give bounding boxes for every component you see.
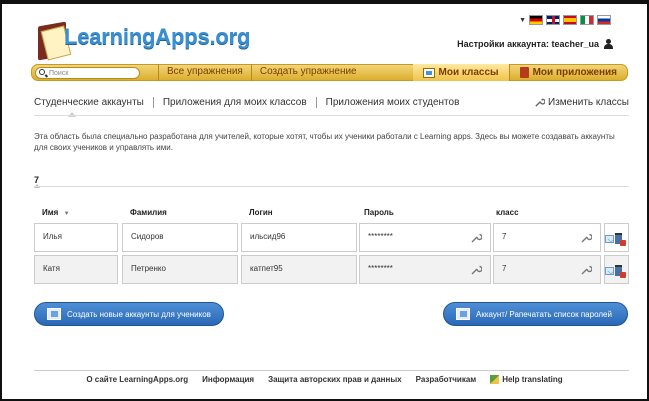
tab-student-accounts-label: Студенческие аккаунты [34, 97, 144, 108]
edit-class-wrench-icon[interactable] [580, 264, 593, 276]
cell-actions [604, 255, 629, 284]
create-accounts-button[interactable]: Создать новые аккаунты для учеников [34, 302, 224, 326]
de-flag-icon[interactable] [529, 15, 543, 25]
edit-class-wrench-icon[interactable] [580, 232, 593, 244]
wrench-icon [535, 98, 546, 107]
nav-my-apps-label: Мои приложения [532, 66, 617, 78]
mail-icon[interactable] [605, 234, 614, 243]
col-header-login: Логин [249, 208, 273, 217]
logo-text[interactable]: LearningApps.org [64, 24, 250, 50]
delete-icon[interactable] [615, 233, 626, 246]
tab-student-accounts[interactable]: Студенческие аккаунты [34, 97, 154, 117]
cell-actions [604, 223, 629, 252]
nav-right-group: Мои классы Мои приложения [412, 64, 627, 81]
footer-developers-link[interactable]: Разработчикам [416, 375, 477, 384]
create-accounts-icon [47, 308, 61, 320]
col-header-name[interactable]: Имя ▼ [42, 208, 70, 217]
search-icon [39, 68, 45, 75]
it-flag-icon[interactable] [580, 15, 594, 25]
table-row: Илья Сидоров ильсид96 ******** 7 [34, 223, 628, 252]
tab-class-apps[interactable]: Приложения для моих классов [154, 97, 317, 108]
tabs-divider [34, 115, 629, 116]
help-translating-icon [490, 375, 500, 384]
classroom-icon [422, 67, 435, 78]
cell-class[interactable]: 7 [493, 223, 601, 252]
uk-flag-icon[interactable] [546, 15, 560, 25]
dropdown-arrow-icon[interactable]: ▼ [519, 17, 526, 24]
cell-class[interactable]: 7 [493, 255, 601, 284]
apps-book-icon [519, 67, 529, 78]
footer-help-label: Help translating [502, 375, 563, 384]
nav-my-classes[interactable]: Мои классы [412, 64, 509, 81]
nav-create-exercise[interactable]: Создать упражнение [250, 64, 365, 81]
language-switcher[interactable]: ▼ [519, 15, 611, 25]
footer-help-link[interactable]: Help translating [490, 375, 563, 384]
col-header-password: Пароль [364, 208, 394, 217]
nav-my-apps[interactable]: Мои приложения [508, 64, 627, 81]
print-passwords-button[interactable]: Аккаунт/ Рапечатать список паролей [443, 302, 628, 326]
sort-arrow-icon: ▼ [63, 211, 70, 217]
cell-login: катпет95 [241, 255, 357, 284]
password-value: ******** [368, 264, 393, 273]
intro-description: Эта область была специально разработана … [34, 132, 615, 152]
password-value: ******** [368, 232, 393, 241]
mail-icon[interactable] [605, 266, 614, 275]
cell-surname: Сидоров [122, 223, 238, 252]
class-divider [34, 186, 629, 187]
row-actions [604, 223, 629, 252]
table-row: Катя Петренко катпет95 ******** 7 [34, 255, 628, 284]
footer-divider [34, 370, 629, 371]
class-value: 7 [502, 264, 507, 273]
print-passwords-label: Аккаунт/ Рапечатать список паролей [476, 309, 612, 319]
search-input[interactable]: Поиск [35, 66, 140, 79]
cell-password[interactable]: ******** [359, 223, 491, 252]
ru-flag-icon[interactable] [597, 15, 611, 25]
window-frame [0, 0, 649, 401]
cell-login: ильсид96 [241, 223, 357, 252]
edit-password-wrench-icon[interactable] [470, 264, 483, 276]
footer-copyright-link[interactable]: Защита авторских прав и данных [268, 375, 402, 384]
edit-password-wrench-icon[interactable] [470, 232, 483, 244]
footer: О сайте LearningApps.org Информация Защи… [0, 375, 649, 384]
cell-name: Илья [34, 223, 118, 252]
subtabs: Студенческие аккаунты Приложения для мои… [34, 97, 629, 117]
footer-info-link[interactable]: Информация [202, 375, 254, 384]
actions-group [605, 256, 628, 278]
nav-my-classes-label: Мои классы [438, 66, 499, 78]
search-placeholder: Поиск [49, 69, 69, 77]
delete-icon[interactable] [615, 265, 626, 278]
main-navbar: Поиск Все упражнения Создать упражнение … [31, 64, 628, 81]
account-settings[interactable]: Настройки аккаунта: teacher_ua [457, 39, 613, 49]
create-accounts-label: Создать новые аккаунты для учеников [67, 309, 211, 319]
account-label[interactable]: Настройки аккаунта: teacher_ua [457, 39, 599, 49]
edit-classes-link[interactable]: Изменить классы [534, 97, 629, 108]
class-value: 7 [502, 232, 507, 241]
footer-about-link[interactable]: О сайте LearningApps.org [86, 375, 188, 384]
tab-student-apps[interactable]: Приложения моих студентов [317, 97, 469, 108]
print-passwords-icon [456, 308, 470, 320]
col-header-name-label: Имя [42, 208, 59, 217]
es-flag-icon[interactable] [563, 15, 577, 25]
cell-surname: Петренко [122, 255, 238, 284]
edit-classes-label: Изменить классы [548, 97, 629, 108]
nav-all-exercises[interactable]: Все упражнения [158, 64, 251, 81]
user-icon [603, 39, 613, 49]
col-header-class: класс [496, 208, 519, 217]
col-header-surname: Фамилия [130, 208, 167, 217]
cell-password[interactable]: ******** [359, 255, 491, 284]
actions-group [605, 224, 628, 246]
row-actions [604, 255, 629, 284]
cell-name: Катя [34, 255, 118, 284]
